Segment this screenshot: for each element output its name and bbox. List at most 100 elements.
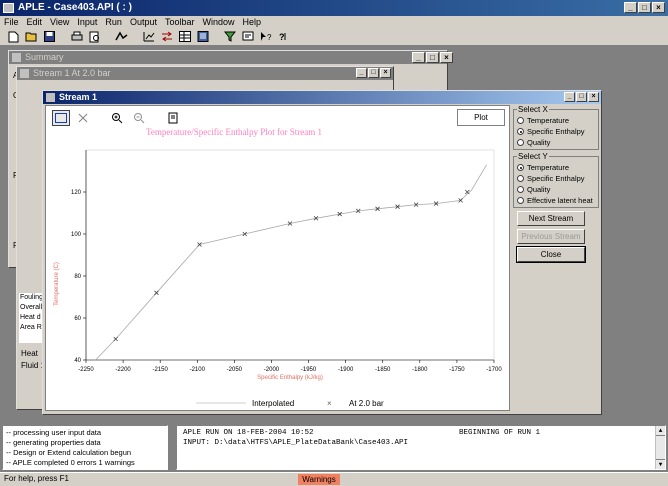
x-tick-label: -1750: [449, 367, 465, 373]
print-preview-icon[interactable]: [87, 30, 102, 44]
stream-window-title: Stream 1: [59, 92, 98, 102]
menu-toolbar[interactable]: Toolbar: [161, 16, 199, 28]
minimize-button[interactable]: _: [356, 68, 367, 78]
minimize-button[interactable]: _: [624, 2, 637, 13]
menu-window[interactable]: Window: [199, 16, 239, 28]
x-tick-label: -1900: [338, 367, 354, 373]
data-point-marker: [465, 189, 470, 195]
maximize-button[interactable]: □: [576, 92, 587, 102]
x-tick-label: -1700: [486, 367, 502, 373]
x-temperature-radio[interactable]: Temperature: [517, 115, 595, 126]
minimize-button[interactable]: _: [564, 92, 575, 102]
y-specific-enthalpy-radio[interactable]: Specific Enthalpy: [517, 173, 595, 184]
stream-at-window-title: Stream 1 At 2.0 bar: [33, 68, 111, 78]
report-icon[interactable]: [195, 30, 210, 44]
menu-help[interactable]: Help: [239, 16, 266, 28]
x-tick-label: -2000: [264, 367, 280, 373]
close-window-button[interactable]: Close: [516, 246, 586, 263]
y-latent-heat-radio[interactable]: Effective latent heat: [517, 195, 595, 206]
menu-input[interactable]: Input: [73, 16, 101, 28]
menu-edit[interactable]: Edit: [23, 16, 47, 28]
save-icon[interactable]: [42, 30, 57, 44]
help-cursor-icon[interactable]: ?: [258, 30, 273, 44]
menu-file[interactable]: File: [0, 16, 23, 28]
swap-icon[interactable]: [159, 30, 174, 44]
y-temperature-radio[interactable]: Temperature: [517, 162, 595, 173]
status-help-text: For help, press F1: [4, 474, 69, 483]
y-quality-radio[interactable]: Quality: [517, 184, 595, 195]
chart-icon[interactable]: [141, 30, 156, 44]
log-line: -- generating properties data: [6, 438, 101, 447]
close-button[interactable]: ×: [588, 92, 599, 102]
summary-window-titlebar[interactable]: Summary: [9, 51, 447, 64]
window-icon: [46, 93, 55, 102]
new-file-icon[interactable]: [6, 30, 21, 44]
menu-view[interactable]: View: [46, 16, 73, 28]
mdi-area: Summary A G F F Stream 1 At 2.0 bar _ □ …: [0, 46, 668, 419]
stream-at-window-titlebar[interactable]: Stream 1 At 2.0 bar _ □ ×: [17, 67, 393, 80]
y-tick-label: 60: [74, 316, 81, 322]
select-y-label: Select Y: [518, 152, 548, 161]
x-tick-label: -2050: [227, 367, 243, 373]
x-tick-label: -2100: [190, 367, 206, 373]
log-line: -- APLE completed 0 errors 1 warnings: [6, 458, 135, 467]
plot-frame: [85, 149, 495, 361]
window-icon: [20, 69, 29, 78]
select-x-label: Select X: [518, 105, 548, 114]
run-header-line: APLE RUN ON 18-FEB-2004 10:52: [183, 429, 314, 437]
x-tick-label: -1950: [301, 367, 317, 373]
stream-window[interactable]: Stream 1 _ □ × Plot Temperature/Specific…: [42, 90, 602, 415]
stream-window-titlebar[interactable]: Stream 1 _ □ ×: [43, 91, 601, 104]
message-log[interactable]: -- processing user input data -- generat…: [2, 425, 168, 470]
toolbar: ? ?: [0, 28, 668, 46]
maximize-button[interactable]: □: [638, 2, 651, 13]
run-output-log[interactable]: APLE RUN ON 18-FEB-2004 10:52 BEGINNING …: [176, 425, 666, 470]
app-icon: [3, 3, 14, 13]
x-specific-enthalpy-radio[interactable]: Specific Enthalpy: [517, 126, 595, 137]
close-button[interactable]: ×: [440, 52, 453, 63]
print-icon[interactable]: [69, 30, 84, 44]
properties-icon[interactable]: [240, 30, 255, 44]
x-tick-label: -2150: [153, 367, 169, 373]
table-icon[interactable]: [177, 30, 192, 44]
menu-output[interactable]: Output: [126, 16, 161, 28]
svg-text:?: ?: [279, 32, 285, 42]
log-line: -- Design or Extend calculation begun: [6, 448, 132, 457]
chart-legend: Interpolated × At 2.0 bar: [196, 399, 384, 408]
x-axis-label: Specific Enthalpy (kJ/kg): [257, 375, 323, 381]
minimize-button[interactable]: _: [412, 52, 425, 63]
x-quality-radio[interactable]: Quality: [517, 137, 595, 148]
output-scrollbar[interactable]: ▲ ▼: [655, 426, 665, 469]
app-titlebar: APLE - Case403.API ( : ) _ □ ×: [0, 0, 668, 16]
log-line: -- processing user input data: [6, 428, 102, 437]
scroll-up-icon[interactable]: ▲: [656, 426, 665, 436]
data-point-marker: [113, 336, 118, 342]
legend-marker-at-bar: ×: [327, 399, 332, 408]
next-stream-button[interactable]: Next Stream: [517, 211, 585, 226]
legend-label-interpolated: Interpolated: [252, 399, 294, 408]
run-begin-line: BEGINNING OF RUN 1: [459, 429, 541, 437]
maximize-button[interactable]: □: [426, 52, 439, 63]
data-point-marker: [154, 290, 159, 296]
x-tick-label: -2200: [115, 367, 131, 373]
scroll-down-icon[interactable]: ▼: [656, 459, 665, 469]
warnings-indicator[interactable]: Warnings: [298, 474, 340, 485]
x-tick-label: -1800: [412, 367, 428, 373]
x-tick-label: -1850: [375, 367, 391, 373]
context-help-icon[interactable]: ?: [276, 30, 291, 44]
close-button[interactable]: ×: [380, 68, 391, 78]
summary-window-title: Summary: [25, 52, 64, 62]
y-tick-label: 100: [71, 232, 82, 238]
close-button[interactable]: ×: [652, 2, 665, 13]
legend-label-at-bar: At 2.0 bar: [349, 399, 384, 408]
run-icon[interactable]: [114, 30, 129, 44]
open-folder-icon[interactable]: [24, 30, 39, 44]
previous-stream-button[interactable]: Previous Stream: [517, 229, 585, 244]
filter-icon[interactable]: [222, 30, 237, 44]
app-title: APLE - Case403.API ( : ): [18, 2, 132, 13]
select-y-group: Select Y Temperature Specific Enthalpy Q…: [513, 152, 599, 208]
y-tick-label: 120: [71, 190, 82, 196]
menu-run[interactable]: Run: [101, 16, 126, 28]
maximize-button[interactable]: □: [368, 68, 379, 78]
x-tick-label: -2250: [78, 367, 94, 373]
